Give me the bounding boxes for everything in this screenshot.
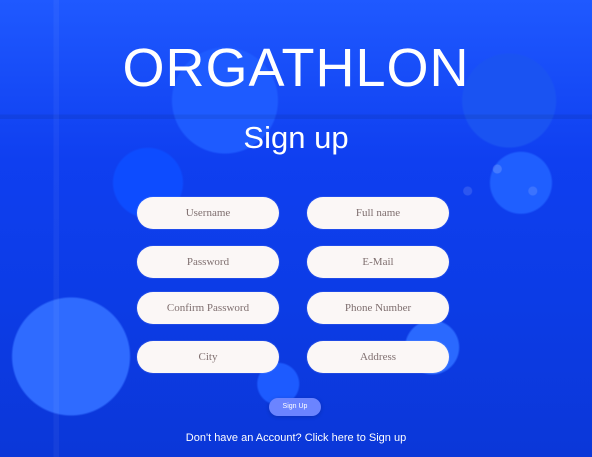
address-input[interactable]: [307, 341, 449, 373]
sign-up-button[interactable]: Sign Up: [269, 398, 321, 416]
page-title: Sign up: [243, 120, 349, 155]
city-input[interactable]: [137, 341, 279, 373]
full-name-input[interactable]: [307, 197, 449, 229]
email-input[interactable]: [307, 246, 449, 278]
password-input[interactable]: [137, 246, 279, 278]
phone-number-input[interactable]: [307, 292, 449, 324]
username-input[interactable]: [137, 197, 279, 229]
brand-title: ORGATHLON: [122, 38, 470, 98]
footer-sign-up-link[interactable]: Don't have an Account? Click here to Sig…: [0, 431, 592, 445]
confirm-password-input[interactable]: [137, 292, 279, 324]
